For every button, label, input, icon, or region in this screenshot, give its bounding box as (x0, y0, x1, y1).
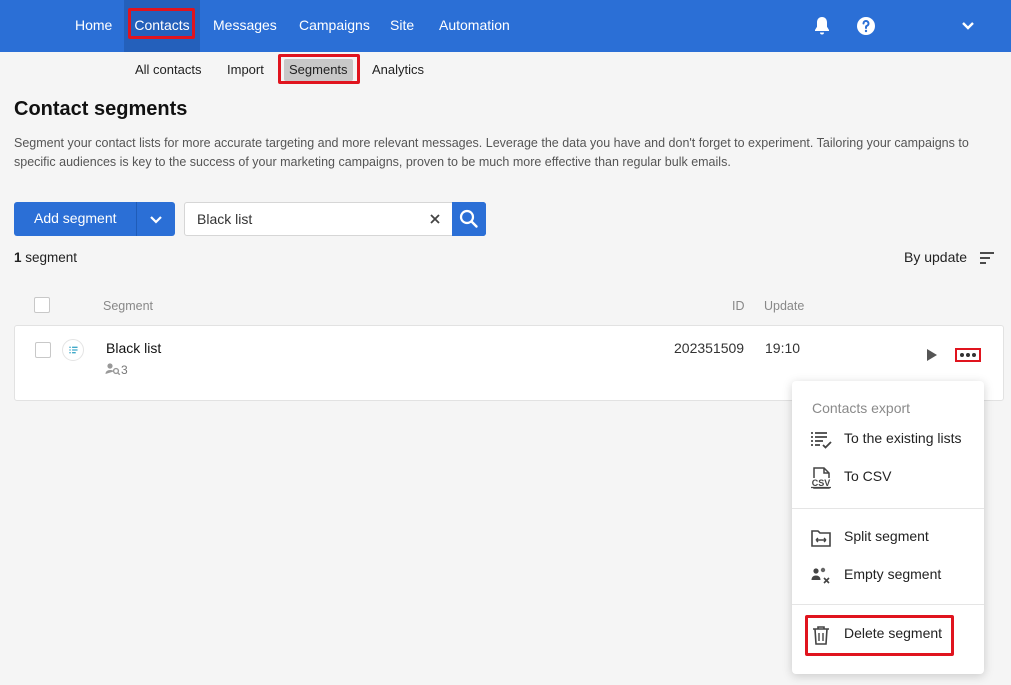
subnav-analytics[interactable]: Analytics (372, 59, 424, 81)
list-check-icon (811, 432, 832, 449)
menu-divider (792, 508, 984, 509)
nav-campaigns[interactable]: Campaigns (299, 0, 370, 52)
subnav-segments[interactable]: Segments (284, 59, 353, 81)
more-options-button[interactable] (955, 348, 981, 362)
nav-automation[interactable]: Automation (439, 0, 510, 52)
close-icon[interactable] (428, 212, 442, 226)
chevron-down-icon[interactable] (959, 18, 977, 34)
select-all-checkbox[interactable] (34, 297, 50, 313)
users-search-icon (105, 363, 121, 376)
menu-item-to-existing-lists[interactable]: To the existing lists (792, 421, 984, 457)
menu-item-label: Split segment (844, 528, 929, 544)
segment-update-time: 19:10 (765, 340, 801, 356)
segment-contact-count: 3 (105, 363, 128, 377)
svg-text:CSV: CSV (812, 478, 831, 488)
page-description: Segment your contact lists for more accu… (14, 136, 969, 169)
segment-count: 1 segment (14, 250, 78, 265)
page-title: Contact segments (14, 98, 188, 120)
menu-item-label: To the existing lists (844, 430, 962, 446)
menu-section-header: Contacts export (812, 400, 911, 416)
segment-actions-menu: Contacts export To the existing lists CS… (792, 381, 984, 674)
search-input[interactable]: Black list (184, 202, 486, 236)
top-nav: Home Contacts Messages Campaigns Site Au… (0, 0, 1011, 52)
sort-dropdown[interactable]: By update (904, 249, 967, 265)
column-header-segment[interactable]: Segment (103, 299, 153, 313)
play-icon[interactable] (926, 348, 938, 362)
csv-icon: CSV (810, 467, 832, 489)
split-folder-icon (811, 530, 831, 547)
add-segment-label: Add segment (34, 210, 117, 226)
segment-id: 202351509 (674, 340, 745, 356)
menu-item-delete-segment[interactable]: Delete segment (792, 616, 984, 652)
menu-item-label: Delete segment (844, 625, 943, 641)
help-icon[interactable] (854, 14, 878, 38)
menu-item-empty-segment[interactable]: Empty segment (792, 557, 984, 593)
segment-name[interactable]: Black list (106, 340, 161, 356)
add-segment-button[interactable]: Add segment (14, 202, 175, 236)
subnav-all-contacts[interactable]: All contacts (135, 59, 201, 81)
segment-list-icon (62, 339, 84, 361)
column-header-update[interactable]: Update (764, 299, 804, 313)
row-checkbox[interactable] (35, 342, 51, 358)
sort-icon[interactable] (979, 251, 995, 265)
trash-icon (813, 626, 829, 645)
nav-messages[interactable]: Messages (213, 0, 277, 52)
bell-icon[interactable] (810, 14, 834, 38)
search-value: Black list (197, 211, 253, 227)
chevron-down-icon[interactable] (137, 202, 175, 236)
more-icon (960, 353, 976, 357)
subnav-import[interactable]: Import (227, 59, 264, 81)
column-header-id[interactable]: ID (732, 299, 745, 313)
nav-home[interactable]: Home (75, 0, 112, 52)
menu-item-label: Empty segment (844, 566, 942, 582)
users-x-icon (811, 567, 830, 584)
search-icon[interactable] (452, 202, 486, 236)
menu-item-to-csv[interactable]: CSV To CSV (792, 459, 984, 495)
menu-item-split-segment[interactable]: Split segment (792, 519, 984, 555)
menu-divider (792, 604, 984, 605)
nav-contacts[interactable]: Contacts (124, 0, 200, 52)
nav-site[interactable]: Site (390, 0, 414, 52)
menu-item-label: To CSV (844, 468, 892, 484)
